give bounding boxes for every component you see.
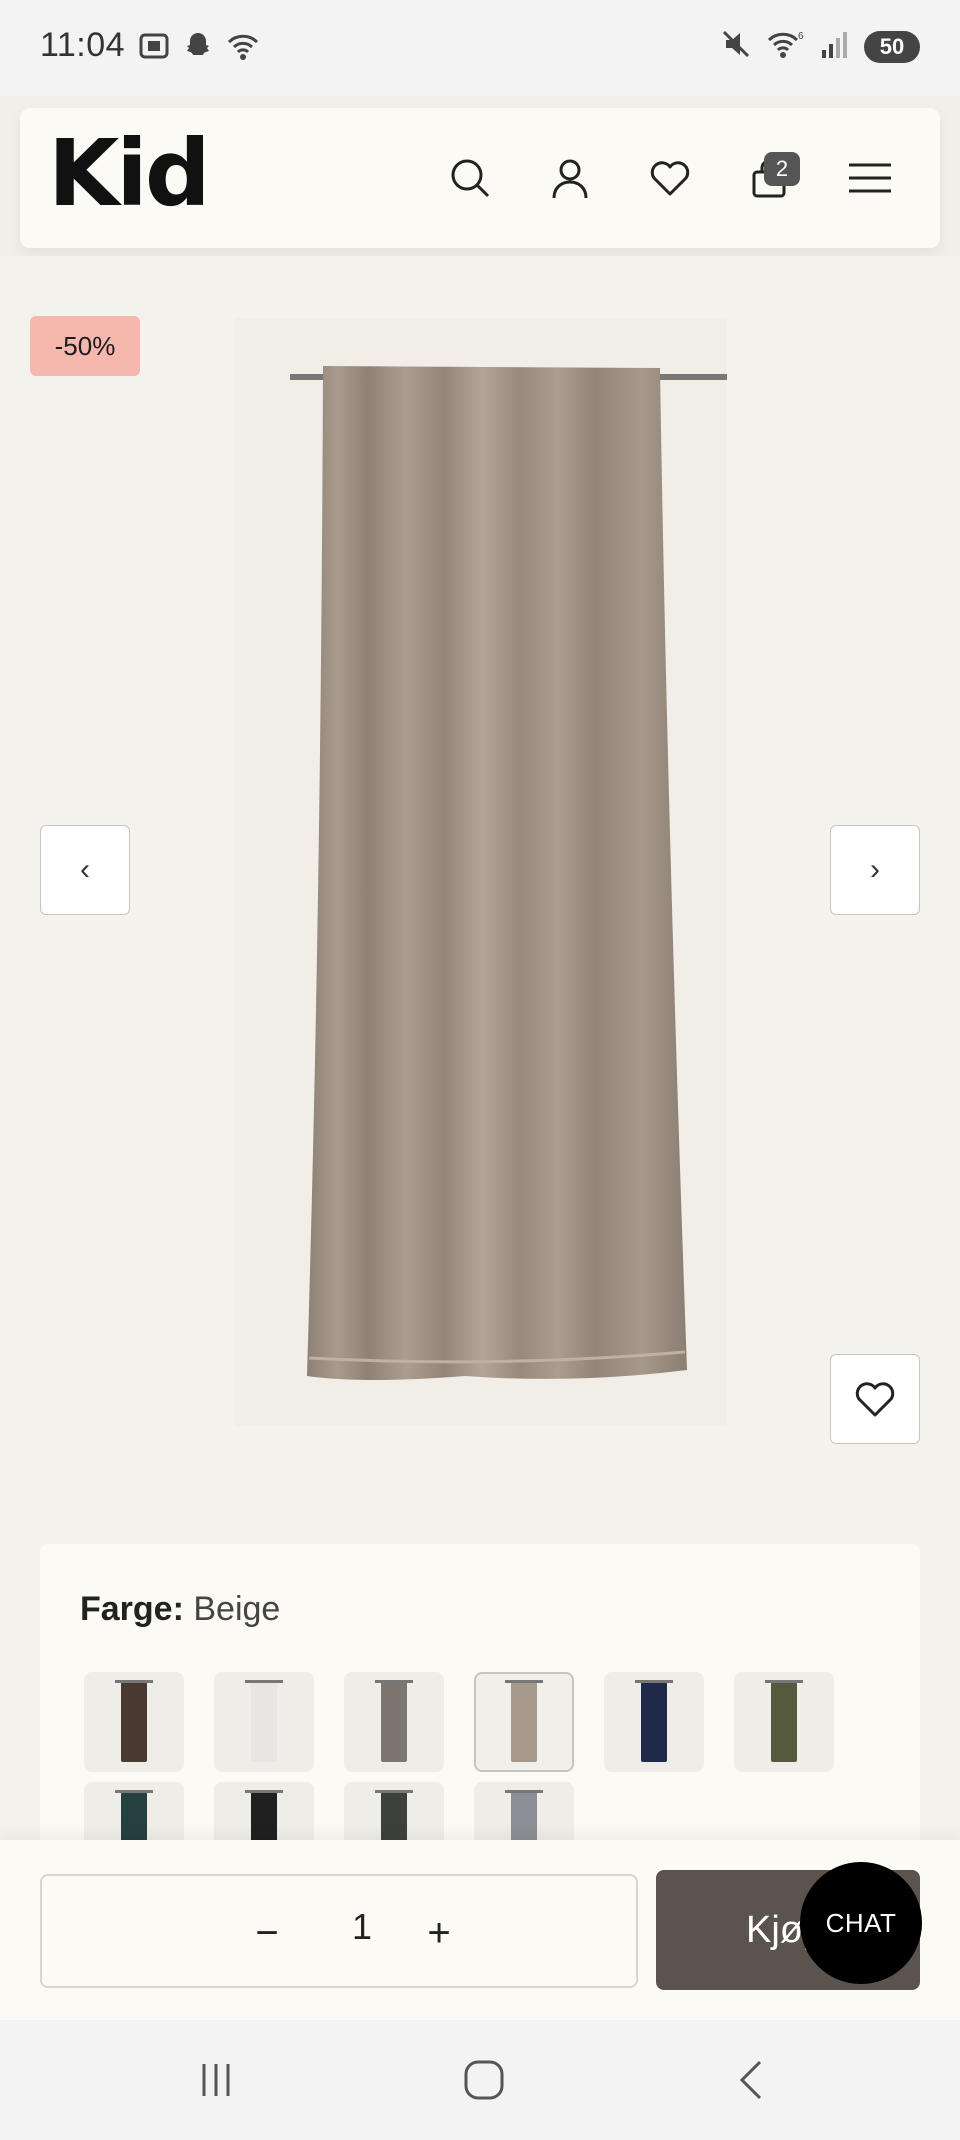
quantity-value[interactable]: 1	[352, 1906, 372, 1948]
site-header: Kid 2	[20, 108, 940, 248]
color-swatch[interactable]	[84, 1672, 184, 1772]
color-selected-value: Beige	[193, 1590, 281, 1628]
bag-icon[interactable]: 2	[740, 148, 800, 208]
heart-icon	[855, 1382, 895, 1417]
status-left-icons	[138, 30, 260, 67]
swatch-curtain	[765, 1680, 803, 1762]
color-label-key: Farge:	[80, 1590, 184, 1628]
curtain-illustration	[290, 366, 728, 1380]
quantity-stepper: − 1 +	[40, 1874, 638, 1988]
heart-icon[interactable]	[640, 148, 700, 208]
increase-quantity-button[interactable]: +	[414, 1908, 464, 1958]
recent-apps-icon[interactable]	[176, 2050, 256, 2110]
kid-logo[interactable]: Kid	[48, 128, 211, 220]
prev-image-button[interactable]: ‹	[40, 825, 130, 915]
home-icon[interactable]	[444, 2050, 524, 2110]
back-icon[interactable]	[712, 2050, 792, 2110]
color-swatch[interactable]	[604, 1672, 704, 1772]
status-right-icons: 6 50	[720, 28, 920, 65]
mute-icon	[720, 28, 752, 65]
snapchat-icon	[182, 30, 214, 67]
color-swatch[interactable]	[344, 1672, 444, 1772]
svg-text:6: 6	[798, 31, 804, 42]
search-icon[interactable]	[440, 148, 500, 208]
system-navigation-bar	[0, 2020, 960, 2140]
wifi-icon	[226, 30, 260, 67]
swatch-curtain	[245, 1680, 283, 1762]
swatch-curtain	[635, 1680, 673, 1762]
status-bar: 11:04 6 50	[0, 0, 960, 96]
signal-icon	[820, 28, 850, 65]
decrease-quantity-button[interactable]: −	[242, 1908, 292, 1958]
color-label: Farge: Beige	[80, 1590, 280, 1629]
add-to-wishlist-button[interactable]	[830, 1354, 920, 1444]
swatch-curtain	[505, 1680, 543, 1762]
status-time: 11:04	[40, 26, 126, 64]
color-swatch[interactable]	[474, 1672, 574, 1772]
menu-icon[interactable]	[840, 148, 900, 208]
screenshot-icon	[138, 30, 170, 67]
account-icon[interactable]	[540, 148, 600, 208]
swatch-curtain	[115, 1680, 153, 1762]
swatch-curtain	[375, 1680, 413, 1762]
color-swatch[interactable]	[734, 1672, 834, 1772]
color-swatch[interactable]	[214, 1672, 314, 1772]
wifi-6-icon: 6	[766, 28, 806, 65]
cart-count-badge: 2	[764, 152, 800, 186]
product-image[interactable]	[235, 318, 728, 1426]
discount-badge: -50%	[30, 316, 140, 376]
next-image-button[interactable]: ›	[830, 825, 920, 915]
chat-button[interactable]: CHAT	[800, 1862, 922, 1984]
battery-icon: 50	[864, 30, 920, 63]
